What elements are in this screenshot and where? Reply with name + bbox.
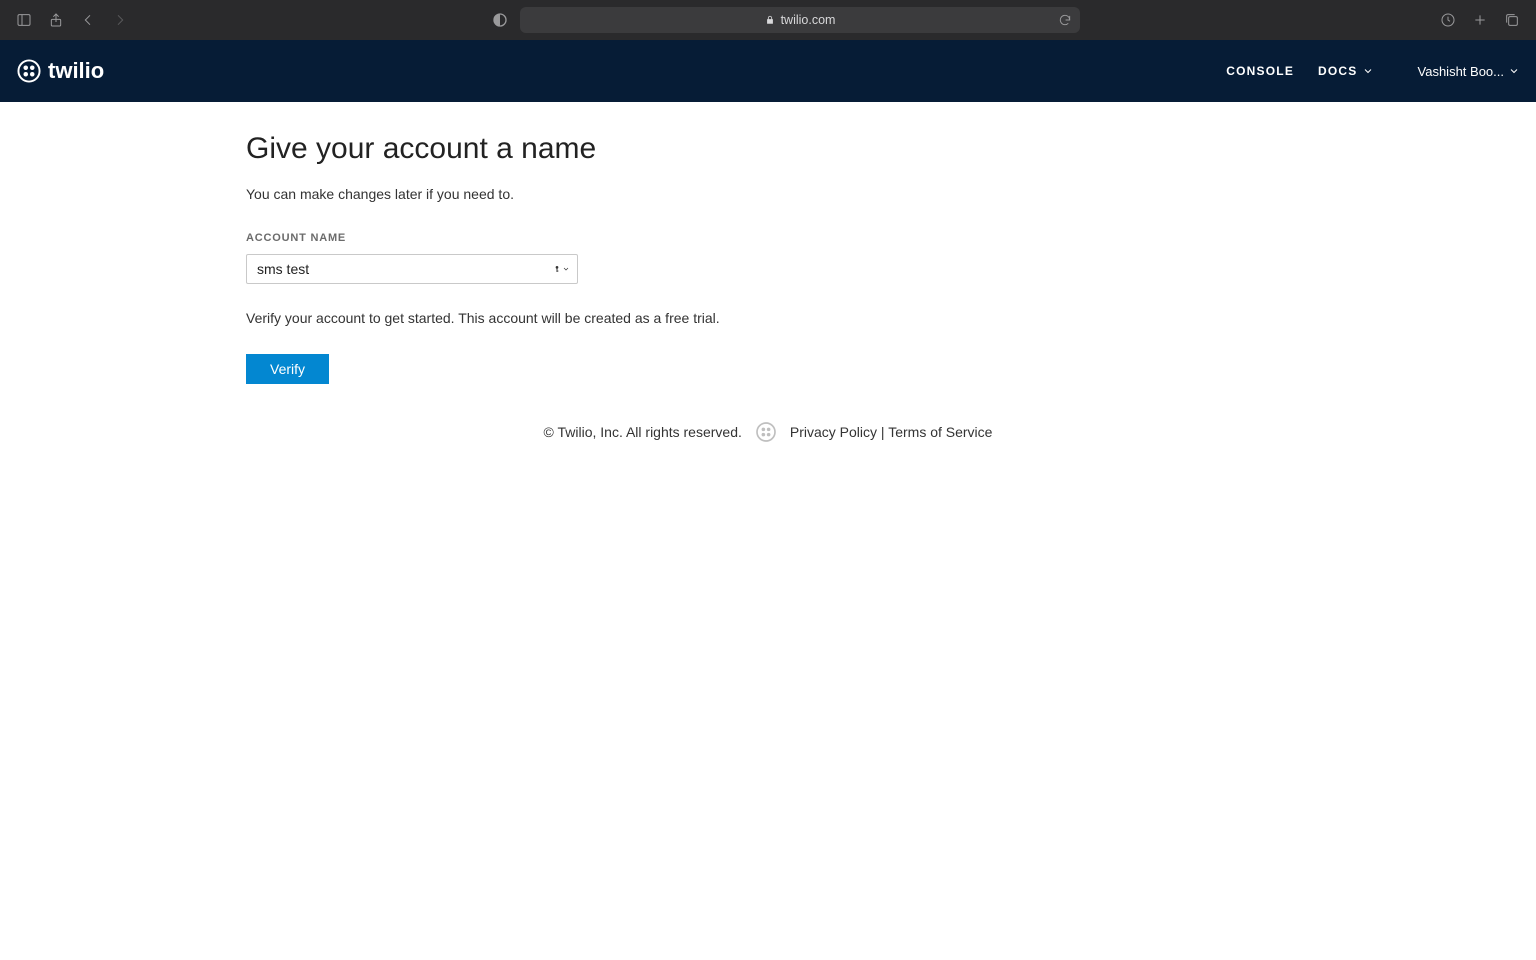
main: Give your account a name You can make ch… (0, 102, 1536, 444)
reload-icon[interactable] (1058, 13, 1072, 27)
verify-button[interactable]: Verify (246, 354, 329, 384)
header-nav: CONSOLE DOCS Vashisht Boo... (1226, 64, 1520, 79)
user-menu[interactable]: Vashisht Boo... (1418, 64, 1520, 79)
tabs-icon[interactable] (1500, 8, 1524, 32)
reader-icon[interactable] (488, 8, 512, 32)
chevron-down-icon (1508, 65, 1520, 77)
sidebar-toggle-icon[interactable] (12, 8, 36, 32)
twilio-logo-text: twilio (48, 58, 104, 84)
lock-icon (765, 15, 775, 25)
browser-chrome: twilio.com (0, 0, 1536, 40)
account-name-input-wrap (246, 254, 578, 284)
help-text: Verify your account to get started. This… (246, 310, 1146, 326)
back-icon[interactable] (76, 8, 100, 32)
content: Give your account a name You can make ch… (246, 132, 1146, 384)
footer: © Twilio, Inc. All rights reserved. Priv… (0, 420, 1536, 444)
app-header: twilio CONSOLE DOCS Vashisht Boo... (0, 40, 1536, 102)
keychain-autofill-icon[interactable] (553, 260, 570, 278)
user-label: Vashisht Boo... (1418, 64, 1504, 79)
address-bar[interactable]: twilio.com (520, 7, 1080, 33)
twilio-footer-icon (754, 420, 778, 444)
footer-copyright: © Twilio, Inc. All rights reserved. (544, 424, 742, 440)
twilio-logo[interactable]: twilio (16, 58, 104, 84)
page-subtext: You can make changes later if you need t… (246, 186, 1146, 202)
account-name-label: ACCOUNT NAME (246, 232, 1146, 244)
history-icon[interactable] (1436, 8, 1460, 32)
terms-link[interactable]: Terms of Service (888, 424, 992, 440)
new-tab-icon[interactable] (1468, 8, 1492, 32)
privacy-link[interactable]: Privacy Policy (790, 424, 877, 440)
share-icon[interactable] (44, 8, 68, 32)
footer-separator: | (877, 424, 888, 440)
nav-console-label: CONSOLE (1226, 64, 1294, 78)
nav-docs[interactable]: DOCS (1318, 64, 1373, 78)
nav-console[interactable]: CONSOLE (1226, 64, 1294, 78)
account-name-input[interactable] (246, 254, 578, 284)
forward-icon[interactable] (108, 8, 132, 32)
twilio-logo-icon (16, 58, 42, 84)
nav-docs-label: DOCS (1318, 64, 1357, 78)
chevron-down-icon (1362, 65, 1374, 77)
footer-links: Privacy Policy | Terms of Service (790, 424, 993, 440)
address-url: twilio.com (781, 13, 836, 27)
page-title: Give your account a name (246, 132, 1146, 166)
